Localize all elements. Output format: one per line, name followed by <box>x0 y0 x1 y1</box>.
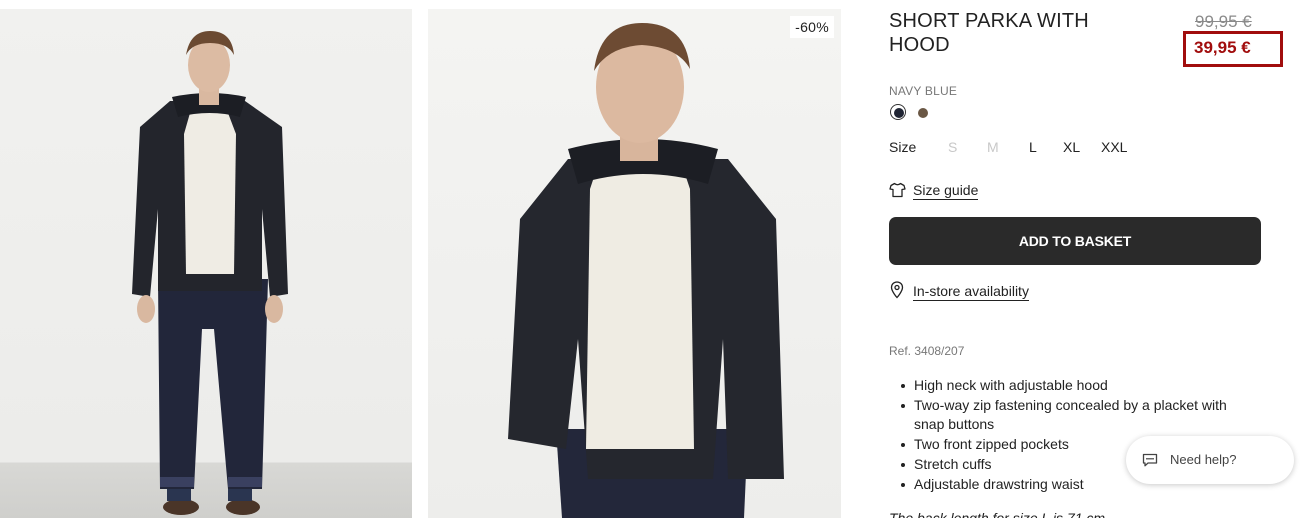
tshirt-icon <box>889 182 906 198</box>
product-image-front[interactable] <box>0 9 412 518</box>
back-length-note: The back length for size L is 71 cm <box>889 510 1106 518</box>
model-full-body-illustration <box>132 31 288 515</box>
sale-price: 39,95 € <box>1194 38 1251 57</box>
discount-badge: -60% <box>790 16 834 38</box>
size-option-xl[interactable]: XL <box>1063 139 1080 155</box>
add-to-basket-button[interactable]: ADD TO BASKET <box>889 217 1261 265</box>
product-image-closeup[interactable]: -60% <box>428 9 841 518</box>
product-reference: Ref. 3408/207 <box>889 344 965 358</box>
size-option-xxl[interactable]: XXL <box>1101 139 1127 155</box>
product-title: SHORT PARKA WITH HOOD <box>889 10 1089 56</box>
original-price: 99,95 € <box>1195 12 1252 31</box>
need-help-label: Need help? <box>1170 452 1237 467</box>
color-name: NAVY BLUE <box>889 84 958 98</box>
size-option-s[interactable]: S <box>948 139 957 155</box>
color-swatch-navy[interactable] <box>890 104 906 120</box>
feature-item: Two-way zip fastening concealed by a pla… <box>901 396 1254 435</box>
size-guide-link[interactable]: Size guide <box>913 182 979 200</box>
size-label: Size <box>889 139 917 155</box>
location-pin-icon <box>890 281 904 299</box>
chat-bubble-icon <box>1142 453 1158 467</box>
size-option-l[interactable]: L <box>1029 139 1037 155</box>
in-store-availability-link[interactable]: In-store availability <box>913 283 1029 301</box>
feature-item: High neck with adjustable hood <box>901 376 1254 396</box>
model-closeup-illustration <box>508 23 784 518</box>
color-swatch-brown[interactable] <box>914 104 930 120</box>
need-help-button[interactable]: Need help? <box>1126 436 1294 484</box>
size-option-m[interactable]: M <box>987 139 999 155</box>
